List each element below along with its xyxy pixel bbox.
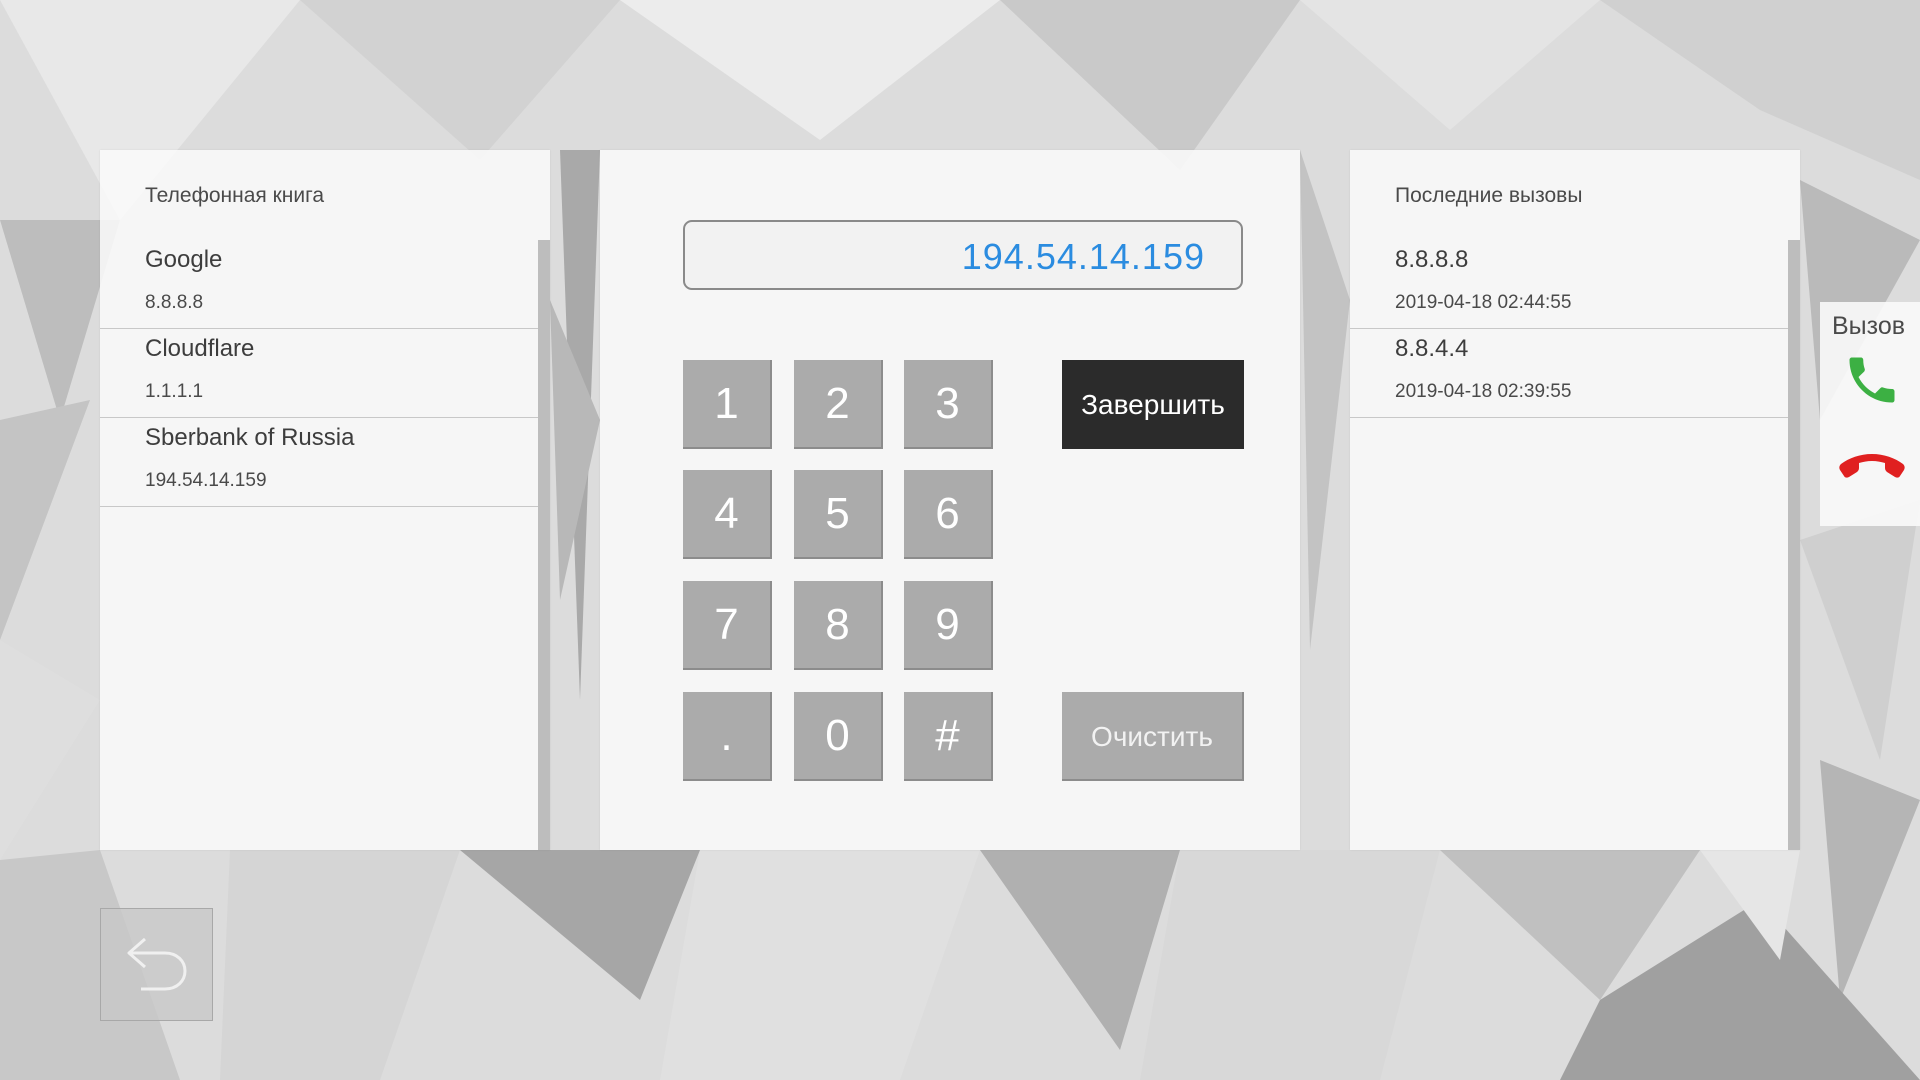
phone-hangup-icon[interactable] [1837, 440, 1907, 490]
recent-calls-list: 8.8.8.8 2019-04-18 02:44:55 8.8.4.4 2019… [1350, 240, 1788, 418]
back-button[interactable] [100, 908, 213, 1021]
recent-calls-title: Последние вызовы [1395, 184, 1583, 207]
call-side-panel: Вызов [1820, 302, 1920, 526]
phonebook-list: Google 8.8.8.8 Cloudflare 1.1.1.1 Sberba… [100, 240, 538, 507]
phonebook-entry[interactable]: Cloudflare 1.1.1.1 [100, 329, 538, 418]
contact-name: Cloudflare [145, 335, 255, 362]
number-display-value: 194.54.14.159 [961, 236, 1205, 277]
phonebook-scrollbar[interactable] [538, 240, 550, 850]
key-9[interactable]: 9 [904, 581, 993, 670]
key-1[interactable]: 1 [683, 360, 772, 449]
number-display[interactable]: 194.54.14.159 [683, 220, 1243, 290]
key-7[interactable]: 7 [683, 581, 772, 670]
call-label: Вызов [1832, 312, 1906, 340]
key-6[interactable]: 6 [904, 470, 993, 559]
contact-number: 8.8.8.8 [145, 292, 204, 313]
contact-name: Sberbank of Russia [145, 424, 355, 451]
recent-call-entry[interactable]: 8.8.4.4 2019-04-18 02:39:55 [1350, 329, 1788, 418]
phonebook-title: Телефонная книга [145, 184, 324, 207]
recent-calls-scrollbar[interactable] [1788, 240, 1800, 850]
recent-call-entry[interactable]: 8.8.8.8 2019-04-18 02:44:55 [1350, 240, 1788, 329]
key-4[interactable]: 4 [683, 470, 772, 559]
recent-calls-panel: Последние вызовы 8.8.8.8 2019-04-18 02:4… [1350, 150, 1800, 850]
key-dot[interactable]: . [683, 692, 772, 781]
recent-call-time: 2019-04-18 02:44:55 [1395, 292, 1572, 313]
phonebook-entry[interactable]: Sberbank of Russia 194.54.14.159 [100, 418, 538, 507]
recent-call-number: 8.8.4.4 [1395, 335, 1469, 362]
key-5[interactable]: 5 [794, 470, 883, 559]
key-2[interactable]: 2 [794, 360, 883, 449]
recent-call-number: 8.8.8.8 [1395, 246, 1469, 273]
contact-number: 194.54.14.159 [145, 470, 267, 491]
recent-call-time: 2019-04-18 02:39:55 [1395, 381, 1572, 402]
contact-name: Google [145, 246, 223, 273]
key-0[interactable]: 0 [794, 692, 883, 781]
phonebook-entry[interactable]: Google 8.8.8.8 [100, 240, 538, 329]
back-arrow-icon [127, 937, 187, 991]
hangup-button[interactable]: Завершить [1062, 360, 1244, 449]
key-3[interactable]: 3 [904, 360, 993, 449]
dialer-panel: 194.54.14.159 1 2 3 4 5 6 7 8 9 . 0 # За… [600, 150, 1300, 850]
key-8[interactable]: 8 [794, 581, 883, 670]
clear-button[interactable]: Очистить [1062, 692, 1244, 781]
contact-number: 1.1.1.1 [145, 381, 204, 402]
phonebook-panel: Телефонная книга Google 8.8.8.8 Cloudfla… [100, 150, 550, 850]
key-hash[interactable]: # [904, 692, 993, 781]
phone-accept-icon[interactable] [1842, 350, 1902, 410]
